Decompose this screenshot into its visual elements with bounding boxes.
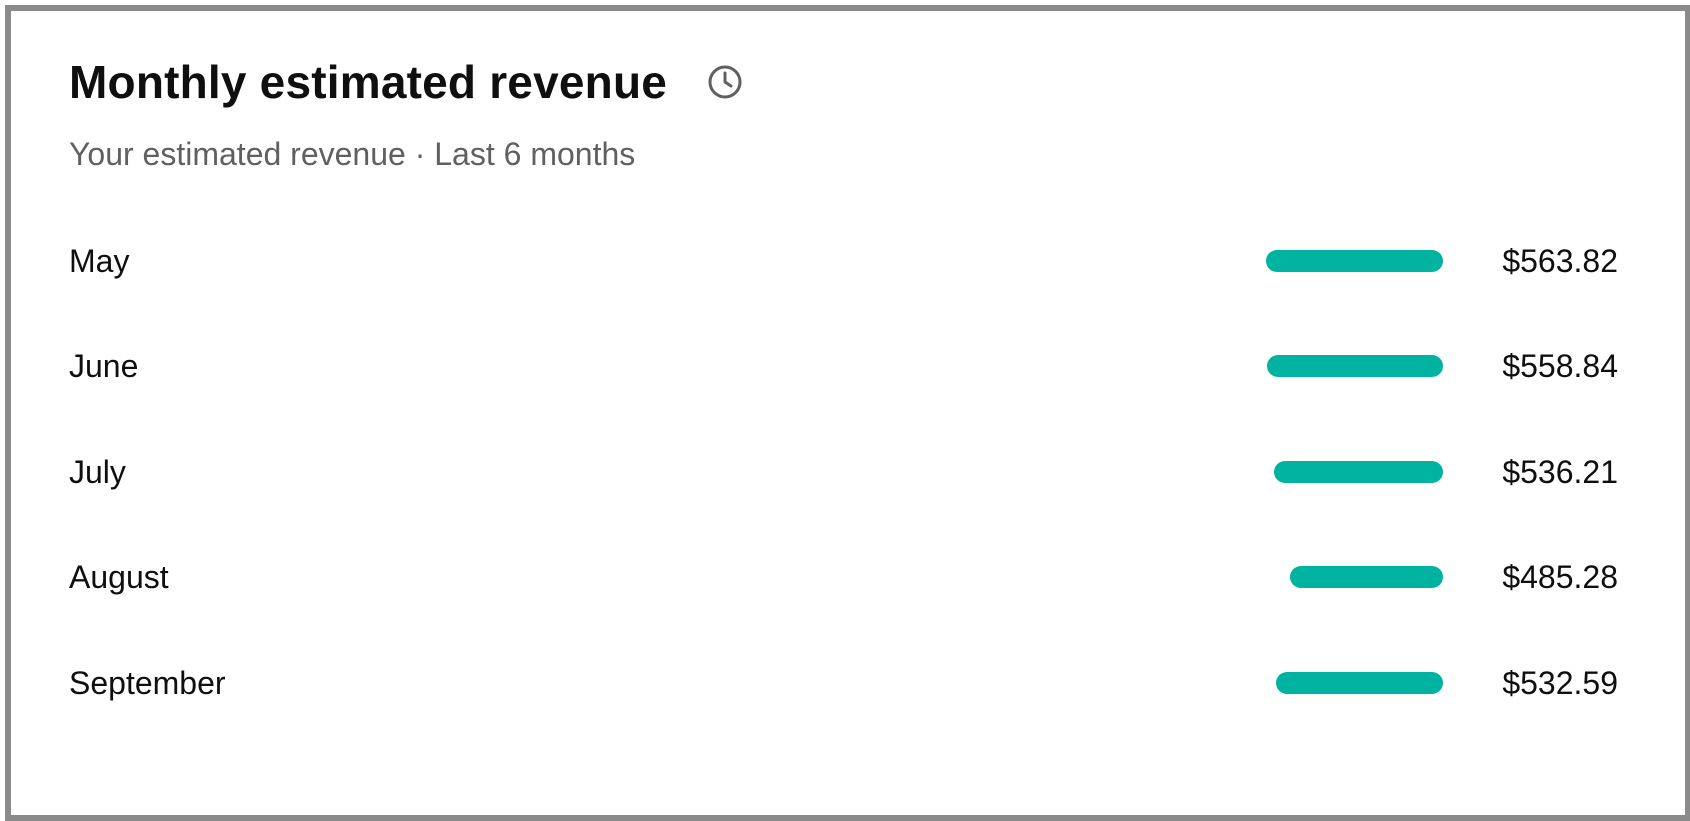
revenue-value: $536.21 [1502, 454, 1618, 490]
revenue-bar [1267, 355, 1443, 377]
month-label: May [69, 243, 130, 279]
revenue-value: $558.84 [1502, 348, 1618, 384]
revenue-bar-track [1091, 461, 1443, 483]
month-label: July [69, 454, 126, 490]
card-subtitle: Your estimated revenue · Last 6 months [69, 136, 636, 172]
revenue-value: $563.82 [1502, 243, 1618, 279]
list-item: August $485.28 [11, 547, 1685, 607]
revenue-bar [1265, 250, 1443, 272]
revenue-bar [1274, 461, 1443, 483]
revenue-bar-track [1091, 566, 1443, 588]
list-item: July $536.21 [11, 442, 1685, 502]
revenue-bar-track [1091, 672, 1443, 694]
card-title: Monthly estimated revenue [69, 56, 668, 108]
month-label: September [69, 665, 226, 701]
revenue-card: Monthly estimated revenue Your estimated… [5, 5, 1690, 821]
card-header: Monthly estimated revenue [69, 59, 745, 105]
list-item: May $563.82 [11, 231, 1685, 291]
revenue-bar-track [1091, 250, 1443, 272]
month-label: June [69, 348, 139, 384]
month-label: August [69, 559, 169, 595]
revenue-bar [1290, 566, 1443, 588]
list-item: September $532.59 [11, 653, 1685, 713]
clock-icon[interactable] [705, 62, 745, 102]
list-item: June $558.84 [11, 336, 1685, 396]
revenue-bar [1275, 672, 1443, 694]
revenue-bar-track [1091, 355, 1443, 377]
revenue-value: $532.59 [1502, 665, 1618, 701]
revenue-value: $485.28 [1502, 559, 1618, 595]
